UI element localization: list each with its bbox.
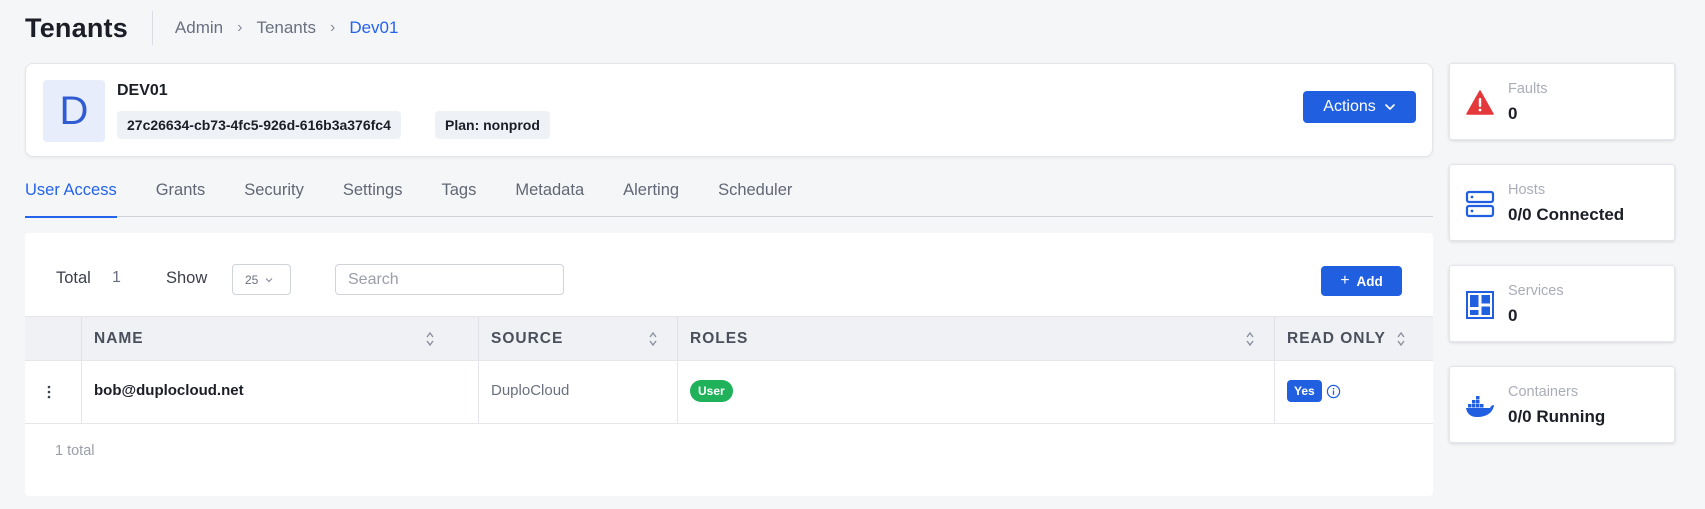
table-footer-total: 1 total bbox=[55, 443, 95, 459]
faults-label: Faults bbox=[1508, 81, 1548, 97]
breadcrumb: Admin › Tenants › Dev01 bbox=[175, 18, 399, 38]
page-header: Tenants Admin › Tenants › Dev01 bbox=[25, 8, 398, 48]
tab-tags[interactable]: Tags bbox=[441, 175, 476, 217]
tab-security[interactable]: Security bbox=[244, 175, 304, 217]
tab-bar: User Access Grants Security Settings Tag… bbox=[25, 175, 1433, 218]
breadcrumb-dev01[interactable]: Dev01 bbox=[349, 18, 398, 38]
actions-label: Actions bbox=[1323, 98, 1376, 115]
hosts-label: Hosts bbox=[1508, 182, 1546, 198]
source-cell: DuploCloud bbox=[491, 382, 570, 399]
column-header-read-only[interactable]: READ ONLY bbox=[1287, 317, 1386, 360]
column-divider bbox=[81, 317, 82, 360]
tab-scheduler[interactable]: Scheduler bbox=[718, 175, 792, 217]
column-divider bbox=[81, 361, 82, 423]
user-access-panel: Total 1 Show 25 + Add NAME SOURCE ROLES … bbox=[25, 233, 1433, 496]
faults-value: 0 bbox=[1508, 104, 1518, 123]
total-label: Total bbox=[56, 269, 91, 287]
column-divider bbox=[1274, 317, 1275, 360]
hosts-card[interactable]: Hosts 0/0 Connected bbox=[1449, 164, 1675, 241]
tenant-name: DEV01 bbox=[117, 82, 168, 99]
table-header: NAME SOURCE ROLES READ ONLY bbox=[25, 316, 1433, 361]
breadcrumb-admin[interactable]: Admin bbox=[175, 18, 223, 38]
containers-value: 0/0 Running bbox=[1508, 407, 1606, 426]
warning-icon bbox=[1466, 90, 1494, 115]
containers-label: Containers bbox=[1508, 384, 1579, 400]
search-input[interactable] bbox=[335, 264, 564, 295]
tab-metadata[interactable]: Metadata bbox=[515, 175, 584, 217]
column-header-name[interactable]: NAME bbox=[94, 317, 144, 360]
breadcrumb-tenants[interactable]: Tenants bbox=[256, 18, 316, 38]
column-header-roles[interactable]: ROLES bbox=[690, 317, 748, 360]
tenant-id-chip: 27c26634-cb73-4fc5-926d-616b3a376fc4 bbox=[117, 111, 401, 139]
chevron-down-icon bbox=[265, 277, 273, 282]
column-divider bbox=[677, 361, 678, 423]
sort-icon[interactable] bbox=[1396, 330, 1406, 348]
add-user-button[interactable]: + Add bbox=[1321, 266, 1402, 296]
tab-settings[interactable]: Settings bbox=[343, 175, 403, 217]
tenant-plan-chip: Plan: nonprod bbox=[435, 111, 550, 139]
kebab-menu-icon[interactable] bbox=[46, 383, 52, 401]
column-divider bbox=[677, 317, 678, 360]
column-divider bbox=[478, 361, 479, 423]
page-size-value: 25 bbox=[245, 272, 259, 287]
page-size-select[interactable]: 25 bbox=[232, 264, 291, 295]
column-divider bbox=[478, 317, 479, 360]
plus-icon: + bbox=[1340, 272, 1350, 289]
column-header-source[interactable]: SOURCE bbox=[491, 317, 563, 360]
grid-icon bbox=[1466, 291, 1494, 319]
show-label: Show bbox=[166, 269, 208, 287]
header-divider bbox=[151, 11, 153, 45]
hosts-value: 0/0 Connected bbox=[1508, 205, 1625, 224]
chevron-down-icon bbox=[1384, 104, 1395, 110]
chevron-right-icon: › bbox=[329, 19, 336, 36]
chevron-right-icon: › bbox=[237, 19, 243, 36]
faults-card[interactable]: Faults 0 bbox=[1449, 63, 1675, 140]
tenant-avatar: D bbox=[43, 80, 105, 142]
services-card[interactable]: Services 0 bbox=[1449, 265, 1675, 342]
services-label: Services bbox=[1508, 283, 1564, 299]
services-value: 0 bbox=[1508, 306, 1518, 325]
tenant-card: D DEV01 27c26634-cb73-4fc5-926d-616b3a37… bbox=[25, 63, 1433, 157]
docker-icon bbox=[1466, 396, 1494, 417]
sort-icon[interactable] bbox=[648, 330, 658, 348]
table-row: bob@duplocloud.net DuploCloud User Yes bbox=[25, 361, 1433, 424]
page-title: Tenants bbox=[25, 12, 128, 43]
total-count: 1 bbox=[112, 269, 121, 286]
tab-user-access[interactable]: User Access bbox=[25, 175, 117, 218]
role-badge: User bbox=[690, 380, 733, 402]
tab-grants[interactable]: Grants bbox=[156, 175, 206, 217]
server-icon bbox=[1465, 190, 1495, 218]
add-label: Add bbox=[1356, 273, 1383, 289]
tab-alerting[interactable]: Alerting bbox=[623, 175, 679, 217]
user-name-cell: bob@duplocloud.net bbox=[94, 382, 244, 399]
column-divider bbox=[1274, 361, 1275, 423]
sort-icon[interactable] bbox=[1245, 330, 1255, 348]
info-icon[interactable] bbox=[1326, 384, 1341, 399]
sort-icon[interactable] bbox=[425, 330, 435, 348]
containers-card[interactable]: Containers 0/0 Running bbox=[1449, 366, 1675, 443]
actions-button[interactable]: Actions bbox=[1303, 91, 1416, 123]
read-only-badge: Yes bbox=[1287, 380, 1322, 402]
